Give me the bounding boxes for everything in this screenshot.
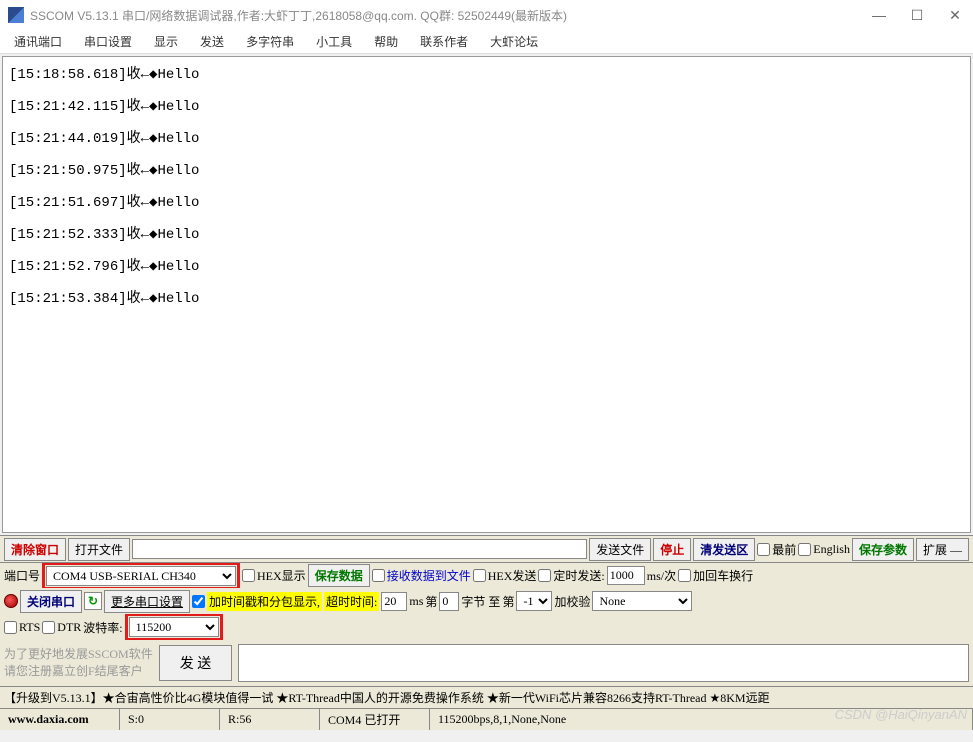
send-button[interactable]: 发 送 [159,645,233,681]
add-crlf-checkbox[interactable] [678,569,691,582]
port-label: 端口号 [4,567,40,584]
timed-send-checkbox[interactable] [538,569,551,582]
checksum-label: 加校验 [554,593,590,610]
menu-forum[interactable]: 大虾论坛 [480,31,548,52]
clear-send-button[interactable]: 清发送区 [693,538,755,561]
byte-from-input[interactable] [439,592,459,611]
menu-multistring[interactable]: 多字符串 [236,31,304,52]
recv-to-file-checkbox[interactable] [372,569,385,582]
recv-to-file-label: 接收数据到文件 [387,567,471,584]
status-site[interactable]: www.daxia.com [0,709,120,730]
maximize-button[interactable]: ☐ [907,7,927,24]
app-icon [8,7,24,23]
close-button[interactable]: ✕ [945,7,965,24]
rts-label: RTS [19,620,40,635]
dtr-checkbox[interactable] [42,621,55,634]
status-recv: R:56 [220,709,320,730]
hex-display-label: HEX显示 [257,567,306,584]
minimize-button[interactable]: — [869,7,889,24]
clear-window-button[interactable]: 清除窗口 [4,538,66,561]
log-line: [15:18:58.618]收←◆Hello [9,63,964,83]
timestamp-label: 加时间戳和分包显示, [207,592,322,611]
timestamp-checkbox[interactable] [192,595,205,608]
english-label: English [813,542,850,557]
refresh-icon[interactable]: ↻ [84,592,102,610]
ad-bar: 【升级到V5.13.1】★合宙高性价比4G模块值得一试 ★RT-Thread中国… [0,686,973,708]
status-port: COM4 已打开 [320,709,430,730]
menu-display[interactable]: 显示 [144,31,188,52]
byte-label: 字节 至 [461,593,500,610]
status-led-icon [4,594,18,608]
menu-help[interactable]: 帮助 [364,31,408,52]
menu-contact[interactable]: 联系作者 [410,31,478,52]
menu-port[interactable]: 通讯端口 [4,31,72,52]
port-select[interactable]: COM4 USB-SERIAL CH340 [46,566,236,586]
hex-display-checkbox[interactable] [242,569,255,582]
menu-send[interactable]: 发送 [190,31,234,52]
log-line: [15:21:53.384]收←◆Hello [9,287,964,307]
hex-send-label: HEX发送 [488,567,537,584]
menubar: 通讯端口 串口设置 显示 发送 多字符串 小工具 帮助 联系作者 大虾论坛 [0,30,973,54]
ms-unit-label: ms/次 [647,567,676,584]
log-line: [15:21:44.019]收←◆Hello [9,127,964,147]
status-sent: S:0 [120,709,220,730]
rts-checkbox[interactable] [4,621,17,634]
log-line: [15:21:51.697]收←◆Hello [9,191,964,211]
expand-button[interactable]: 扩展 — [916,538,969,561]
timed-send-label: 定时发送: [553,567,604,584]
byte-to-select[interactable]: -1 [516,591,552,611]
save-params-button[interactable]: 保存参数 [852,538,914,561]
save-data-button[interactable]: 保存数据 [308,564,370,587]
file-path-input[interactable] [132,539,587,559]
topmost-label: 最前 [772,541,796,558]
log-line: [15:21:52.333]收←◆Hello [9,223,964,243]
interval-input[interactable] [607,566,645,585]
titlebar: SSCOM V5.13.1 串口/网络数据调试器,作者:大虾丁丁,2618058… [0,0,973,30]
more-settings-button[interactable]: 更多串口设置 [104,590,190,613]
stop-button[interactable]: 停止 [653,538,691,561]
statusbar: www.daxia.com S:0 R:56 COM4 已打开 115200bp… [0,708,973,730]
ms-label: ms [409,594,423,609]
menu-tools[interactable]: 小工具 [306,31,362,52]
open-file-button[interactable]: 打开文件 [68,538,130,561]
add-crlf-label: 加回车换行 [693,567,753,584]
n1-prefix: 第 [425,593,437,610]
close-port-button[interactable]: 关闭串口 [20,590,82,613]
menu-serial-settings[interactable]: 串口设置 [74,31,142,52]
window-title: SSCOM V5.13.1 串口/网络数据调试器,作者:大虾丁丁,2618058… [30,7,869,24]
send-input[interactable] [238,644,969,682]
watermark: CSDN @HaiQinyanAN [835,707,967,722]
english-checkbox[interactable] [798,543,811,556]
dtr-label: DTR [57,620,81,635]
baud-select[interactable]: 115200 [129,617,219,637]
console-output[interactable]: [15:18:58.618]收←◆Hello [15:21:42.115]收←◆… [2,56,971,533]
baud-label: 波特率: [83,619,122,636]
checksum-select[interactable]: None [592,591,692,611]
log-line: [15:21:42.115]收←◆Hello [9,95,964,115]
n2-prefix: 第 [502,593,514,610]
tip-text: 为了更好地发展SSCOM软件 请您注册嘉立创F结尾客户 [4,646,153,680]
hex-send-checkbox[interactable] [473,569,486,582]
timeout-label: 超时时间: [324,592,379,611]
timeout-input[interactable] [381,592,407,611]
log-line: [15:21:50.975]收←◆Hello [9,159,964,179]
send-file-button[interactable]: 发送文件 [589,538,651,561]
log-line: [15:21:52.796]收←◆Hello [9,255,964,275]
topmost-checkbox[interactable] [757,543,770,556]
